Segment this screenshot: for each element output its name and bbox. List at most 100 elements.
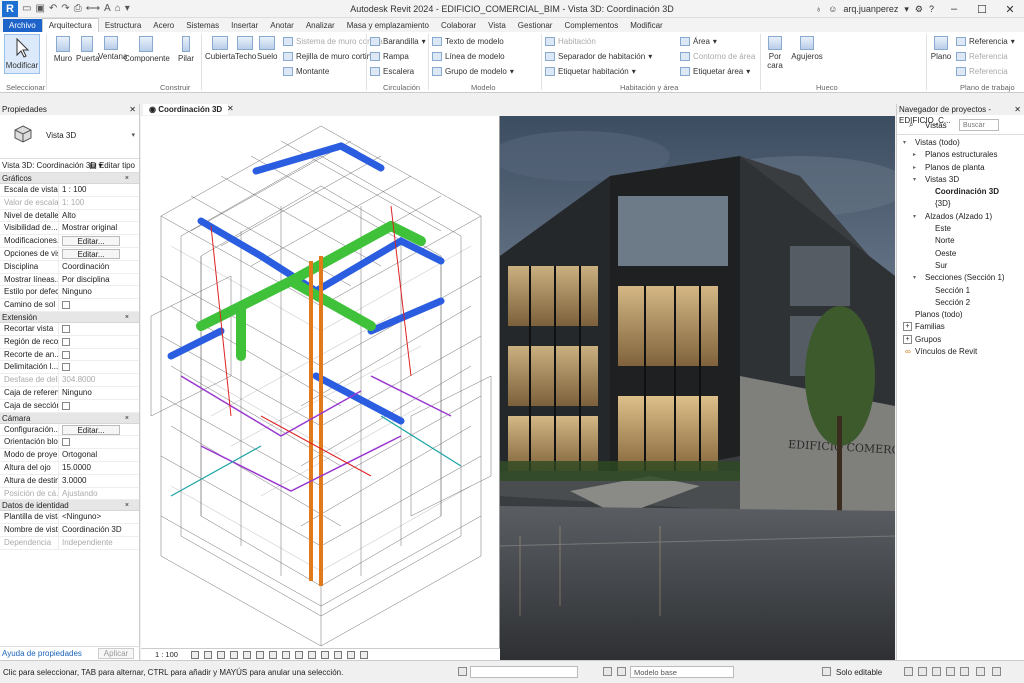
chevron-down-icon[interactable]: ▾ — [903, 137, 906, 149]
property-value[interactable]: 304.8000 — [58, 374, 139, 386]
tree-item[interactable]: ▾ Vistas (todo) — [897, 137, 1024, 149]
chevron-down-icon[interactable]: ▾ — [913, 211, 916, 223]
minimize-button[interactable]: – — [940, 3, 968, 15]
section-identidad[interactable]: Datos de identidad × — [0, 500, 139, 512]
chevron-down-icon[interactable]: ▾ — [913, 272, 916, 284]
set-workplane-button[interactable]: Plano — [930, 36, 952, 61]
property-value[interactable]: 3.0000 — [58, 474, 139, 487]
property-checkbox[interactable] — [62, 438, 70, 447]
ramp-button[interactable]: Rampa — [370, 52, 409, 61]
analytical-model-icon[interactable] — [334, 651, 342, 659]
tree-item[interactable]: Sección 1 — [897, 285, 1024, 297]
group-select[interactable]: Seleccionar — [6, 83, 45, 92]
select-links-icon[interactable] — [904, 667, 913, 676]
property-value[interactable]: Por disciplina — [58, 273, 139, 286]
lock-view-icon[interactable] — [282, 651, 290, 659]
ref-plane-button-1[interactable]: Referencia ▾ — [956, 37, 1015, 46]
tab-8[interactable]: Masa y emplazamiento — [341, 19, 435, 32]
properties-help-link[interactable]: Ayuda de propiedades — [2, 649, 82, 658]
property-value[interactable]: Ajustando — [58, 487, 139, 500]
chevron-right-icon[interactable]: ▸ — [913, 149, 916, 161]
tree-item[interactable]: + Familias — [897, 321, 1024, 333]
close-icon[interactable]: ✕ — [129, 104, 136, 115]
tree-item[interactable]: Oeste — [897, 248, 1024, 260]
property-value[interactable] — [58, 361, 139, 374]
area-button[interactable]: Área ▾ — [680, 37, 717, 46]
reveal-hidden-icon[interactable] — [308, 651, 316, 659]
rendering-icon[interactable] — [243, 651, 251, 659]
property-value[interactable]: 1 : 100 — [58, 184, 139, 196]
tree-item[interactable]: ▾ Secciones (Sección 1) — [897, 272, 1024, 284]
window-button[interactable]: Ventana — [98, 36, 127, 61]
tab-2[interactable]: Estructura — [99, 19, 147, 32]
tab-12[interactable]: Complementos — [558, 19, 624, 32]
property-checkbox[interactable] — [62, 301, 70, 310]
floor-button[interactable]: Suelo — [257, 36, 277, 61]
curtain-grid-button[interactable]: Rejilla de muro cortina — [283, 52, 376, 61]
room-separator-button[interactable]: Separador de habitación ▾ — [545, 52, 652, 61]
temp-hide-icon[interactable] — [295, 651, 303, 659]
user-dropdown-icon[interactable]: ▾ — [904, 4, 909, 15]
close-icon[interactable]: ✕ — [1014, 104, 1021, 115]
editable-only-icon[interactable] — [822, 667, 831, 676]
select-pinned-icon[interactable] — [932, 667, 941, 676]
roof-button[interactable]: Cubierta — [205, 36, 235, 61]
tree-item[interactable]: + Grupos — [897, 334, 1024, 346]
property-value[interactable] — [58, 335, 139, 348]
tree-item[interactable]: ▾ Alzados (Alzado 1) — [897, 211, 1024, 223]
close-window-button[interactable]: ✕ — [996, 3, 1024, 16]
chevron-down-icon[interactable]: ▾ — [913, 174, 916, 186]
tab-13[interactable]: Modificar — [624, 19, 668, 32]
select-underlay-icon[interactable] — [918, 667, 927, 676]
select-by-face-icon[interactable] — [946, 667, 955, 676]
detail-level-icon[interactable] — [191, 651, 199, 659]
property-value[interactable] — [58, 399, 139, 412]
edit-type-button[interactable]: ▤ Editar tipo — [89, 159, 135, 173]
worksets-icon[interactable] — [458, 667, 467, 676]
column-button[interactable]: Pilar — [174, 36, 198, 63]
edit-button[interactable]: Editar... — [62, 248, 120, 259]
property-checkbox[interactable] — [62, 350, 70, 359]
tag-room-button[interactable]: Etiquetar habitación ▾ — [545, 67, 636, 76]
worksharing-icon[interactable] — [321, 651, 329, 659]
background-processes-icon[interactable] — [992, 667, 1001, 676]
section-graficos[interactable]: Gráficos × — [0, 173, 139, 184]
show-crop-icon[interactable] — [269, 651, 277, 659]
tree-item[interactable]: ▾ Vistas 3D — [897, 174, 1024, 186]
stair-button[interactable]: Escalera — [370, 67, 414, 76]
area-boundary-button[interactable]: Contorno de área — [680, 52, 755, 61]
design-option-combo[interactable]: Modelo base — [630, 666, 734, 678]
expand-box-icon[interactable]: + — [903, 322, 912, 332]
highlight-displacement-icon[interactable] — [347, 651, 355, 659]
tree-item[interactable]: Sur — [897, 260, 1024, 272]
property-value[interactable] — [58, 322, 139, 335]
property-value[interactable]: Ninguno — [58, 286, 139, 299]
cart-icon[interactable]: ⚙ — [915, 4, 923, 15]
tab-4[interactable]: Sistemas — [180, 19, 225, 32]
workset-combo[interactable] — [470, 666, 578, 678]
ceiling-button[interactable]: Techo — [235, 36, 256, 61]
info-icon[interactable]: ? — [929, 4, 934, 14]
property-value[interactable]: Editar... — [58, 235, 139, 247]
sun-path-icon[interactable] — [217, 651, 225, 659]
tab-10[interactable]: Vista — [482, 19, 512, 32]
3d-viewport[interactable] — [141, 116, 500, 648]
tree-item[interactable]: Este — [897, 223, 1024, 235]
tab-5[interactable]: Insertar — [225, 19, 264, 32]
mullion-button[interactable]: Montante — [283, 67, 329, 76]
component-button[interactable]: Componente — [124, 36, 170, 63]
railing-button[interactable]: Barandilla ▾ — [370, 37, 426, 46]
tree-item[interactable]: Sección 2 — [897, 297, 1024, 309]
collapse-icon[interactable]: × — [125, 413, 129, 424]
constraints-icon[interactable] — [360, 651, 368, 659]
help-icon[interactable]: ♁ — [815, 4, 822, 14]
expand-box-icon[interactable]: + — [903, 334, 912, 344]
chevron-right-icon[interactable]: ▸ — [913, 162, 916, 174]
modify-button[interactable]: Modificar — [4, 34, 40, 74]
maximize-button[interactable]: ☐ — [968, 3, 996, 16]
type-selector[interactable]: Vista 3D ▾ — [0, 115, 139, 159]
property-value[interactable]: Ninguno — [58, 386, 139, 399]
ref-plane-button-3[interactable]: Referencia — [956, 67, 1008, 76]
tag-area-button[interactable]: Etiquetar área ▾ — [680, 67, 750, 76]
room-button[interactable]: Habitación — [545, 37, 596, 46]
